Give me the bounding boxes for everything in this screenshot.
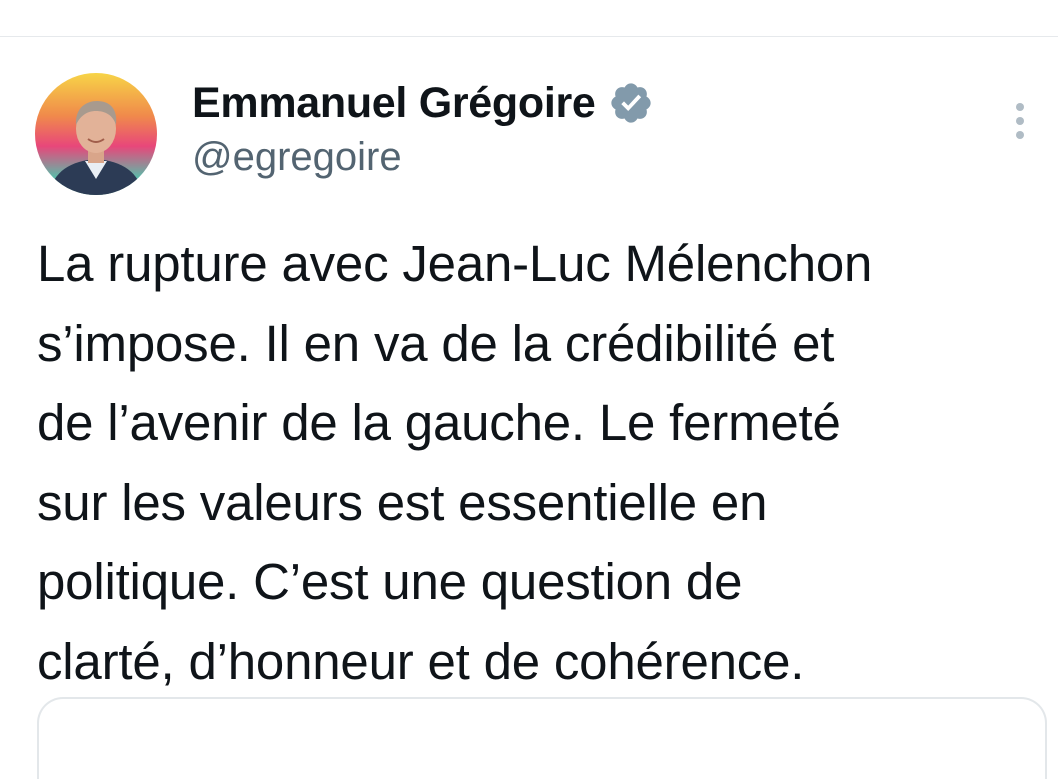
tweet-text: La rupture avec Jean-Luc Mélenchon s’imp… (37, 224, 1047, 701)
more-vertical-icon[interactable] (1004, 99, 1036, 147)
author-block: Emmanuel Grégoire @egregoire (192, 77, 654, 180)
verified-badge-icon[interactable] (608, 80, 654, 126)
tweet-text-line: clarté, d’honneur et de cohérence. (37, 632, 805, 690)
name-row: Emmanuel Grégoire (192, 77, 654, 129)
embedded-card[interactable] (37, 697, 1047, 779)
tweet-text-line: sur les valeurs est essentielle en (37, 473, 768, 531)
tweet-text-line: de l’avenir de la gauche. Le fermeté (37, 394, 841, 451)
display-name[interactable]: Emmanuel Grégoire (192, 79, 596, 128)
tweet-text-line: politique. C’est une question de (37, 553, 743, 610)
avatar[interactable] (35, 73, 157, 195)
tweet: Emmanuel Grégoire @egregoire La rupture … (0, 37, 1058, 779)
tweet-text-line: s’impose. Il en va de la crédibilité et (37, 314, 835, 372)
tweet-text-line: La rupture avec Jean-Luc Mélenchon (37, 235, 873, 292)
handle[interactable]: @egregoire (192, 135, 654, 180)
